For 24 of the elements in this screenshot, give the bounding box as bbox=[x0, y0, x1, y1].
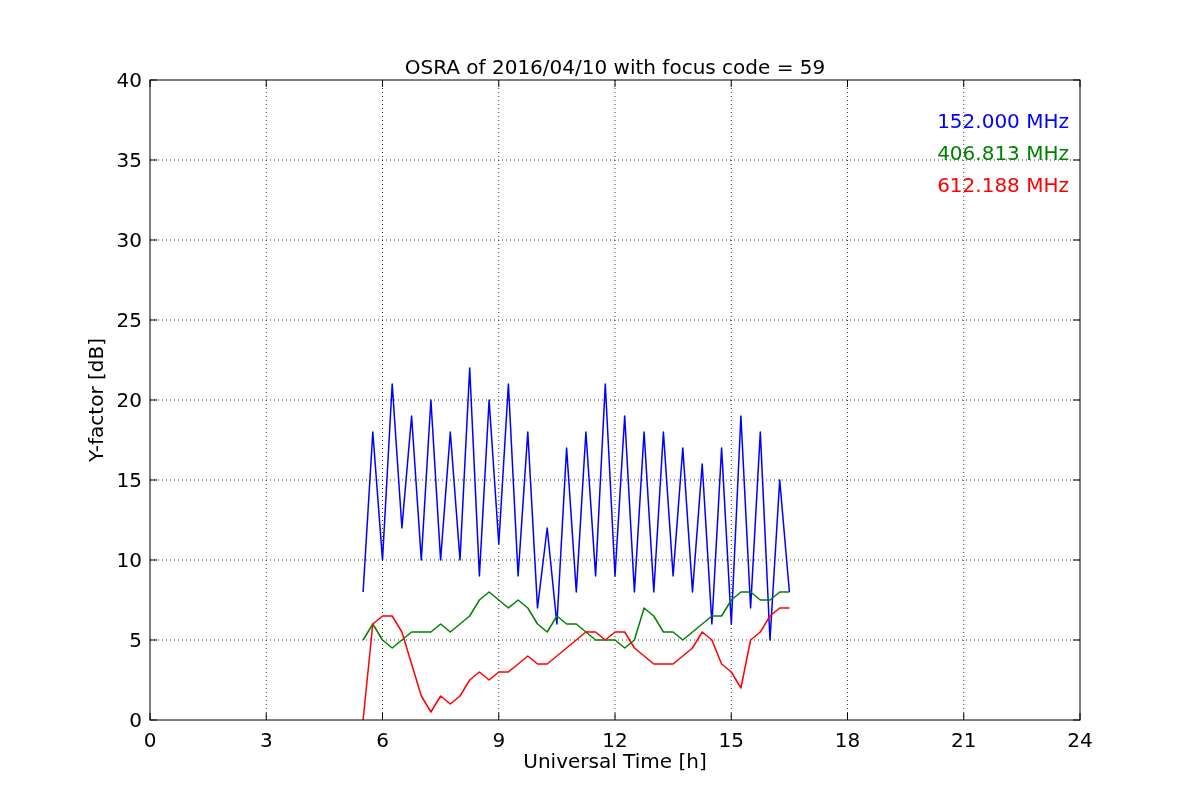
tick-label: 10 bbox=[116, 548, 142, 572]
tick-label: 24 bbox=[1067, 728, 1093, 752]
tick-label: 35 bbox=[116, 148, 142, 172]
tick-label: 15 bbox=[718, 728, 744, 752]
tick-label: 15 bbox=[116, 468, 142, 492]
tick-label: 0 bbox=[129, 708, 142, 732]
tick-label: 5 bbox=[129, 628, 142, 652]
y-axis-label: Y-factor [dB] bbox=[84, 338, 108, 462]
legend-label: 152.000 MHz bbox=[937, 109, 1069, 133]
tick-label: 21 bbox=[951, 728, 977, 752]
legend-label: 612.188 MHz bbox=[937, 173, 1069, 197]
chart-title: OSRA of 2016/04/10 with focus code = 59 bbox=[404, 55, 826, 79]
tick-label: 9 bbox=[492, 728, 506, 752]
legend-label: 406.813 MHz bbox=[937, 141, 1069, 165]
tick-label: 20 bbox=[116, 388, 142, 412]
tick-label: 0 bbox=[143, 728, 157, 752]
tick-label: 6 bbox=[376, 728, 389, 752]
tick-label: 25 bbox=[116, 308, 142, 332]
tick-label: 3 bbox=[259, 728, 273, 752]
tick-label: 40 bbox=[116, 68, 142, 92]
tick-label: 18 bbox=[834, 728, 861, 752]
x-axis-label: Universal Time [h] bbox=[523, 749, 707, 773]
tick-label: 30 bbox=[116, 228, 142, 252]
tick-label: 12 bbox=[602, 728, 628, 752]
